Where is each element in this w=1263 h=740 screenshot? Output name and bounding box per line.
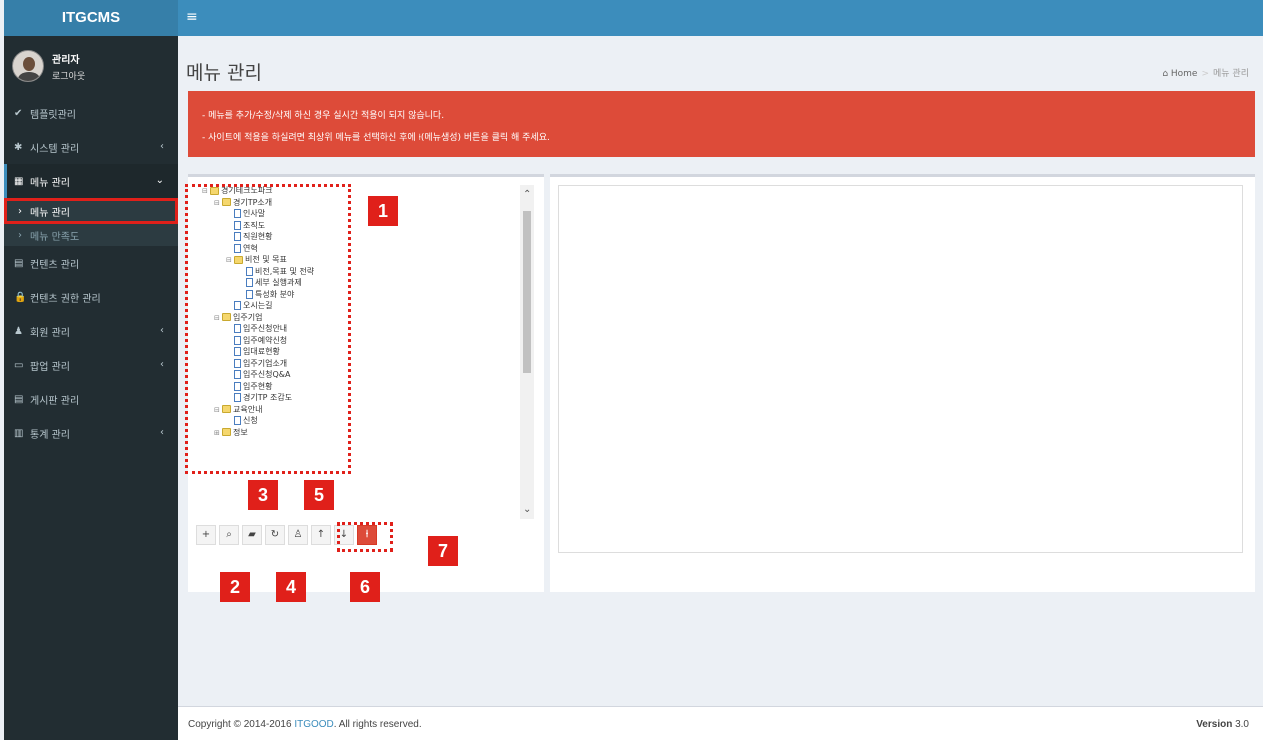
monitor-icon: ▭ xyxy=(14,359,24,371)
annotation-number: 3 xyxy=(248,480,278,510)
sidebar-item-stats[interactable]: ▥ 통계 관리 ‹ xyxy=(4,416,178,450)
breadcrumb: ⌂ Home > 메뉴 관리 xyxy=(1162,69,1249,79)
tree-scrollbar[interactable]: ⌃ ⌄ xyxy=(520,185,534,519)
annotation-number: 1 xyxy=(368,196,398,226)
chevron-left-icon: ‹ xyxy=(160,141,164,152)
sidebar-item-system[interactable]: ✱ 시스템 관리 ‹ xyxy=(4,130,178,164)
alert-line: - 사이트에 적용을 하실려면 최상위 메뉴를 선택하신 후에 ⍿(메뉴생성) … xyxy=(202,133,550,143)
sidebar-item-menu[interactable]: ▦ 메뉴 관리 ⌄ xyxy=(4,164,178,198)
scroll-up-icon[interactable]: ⌃ xyxy=(523,189,531,200)
chevron-down-icon: ⌄ xyxy=(155,175,164,186)
annotation-tree-highlight xyxy=(185,184,351,474)
sidebar-item-template[interactable]: ✔ 템플릿관리 xyxy=(4,96,178,130)
chevron-left-icon: ‹ xyxy=(160,359,164,370)
menu-toggle-icon[interactable]: ≡ xyxy=(186,9,198,25)
annotation-number: 6 xyxy=(350,572,380,602)
check-circle-icon: ✔ xyxy=(14,107,23,119)
user-button[interactable]: ♙ xyxy=(288,525,308,545)
sidebar-item-board[interactable]: ▤ 게시판 관리 xyxy=(4,382,178,416)
user-icon: ♟ xyxy=(14,325,23,337)
menu-detail-panel xyxy=(550,174,1255,592)
chevron-right-icon: › xyxy=(18,229,22,241)
top-navbar: ≡ xyxy=(178,0,1263,36)
sidebar-item-contents-permission[interactable]: 🔒 컨텐츠 권한 관리 xyxy=(4,280,178,314)
home-icon: ⌂ xyxy=(1162,69,1171,79)
alert-line: - 메뉴를 추가/수정/삭제 하신 경우 실시간 적용이 되지 않습니다. xyxy=(202,111,445,121)
scroll-down-icon[interactable]: ⌄ xyxy=(523,504,531,515)
sidebar-subitem-menu-satisfaction[interactable]: › 메뉴 만족도 xyxy=(4,224,178,246)
gear-icon: ✱ xyxy=(14,141,23,153)
sidebar-item-contents[interactable]: ▤ 컨텐츠 관리 xyxy=(4,246,178,280)
sidebar-item-members[interactable]: ♟ 회원 관리 ‹ xyxy=(4,314,178,348)
avatar xyxy=(12,50,44,82)
alert-box: - 메뉴를 추가/수정/삭제 하신 경우 실시간 적용이 되지 않습니다. - … xyxy=(188,91,1255,157)
scrollbar-thumb[interactable] xyxy=(523,211,531,373)
contents-icon: ▤ xyxy=(14,257,24,269)
sidebar-item-popup[interactable]: ▭ 팝업 관리 ‹ xyxy=(4,348,178,382)
table-icon: ▦ xyxy=(14,175,24,187)
annotation-move-buttons-highlight xyxy=(337,522,393,552)
copyright: Copyright © 2014-2016 ITGOOD. All rights… xyxy=(188,719,422,730)
chevron-left-icon: ‹ xyxy=(160,427,164,438)
user-name: 관리자 xyxy=(52,54,80,66)
bar-chart-icon: ▥ xyxy=(14,427,24,439)
sidebar-subitem-menu-manage[interactable]: › 메뉴 관리 xyxy=(4,198,178,224)
search-button[interactable]: ⌕ xyxy=(219,525,239,545)
board-icon: ▤ xyxy=(14,393,24,405)
breadcrumb-home[interactable]: Home xyxy=(1171,69,1198,79)
app-logo[interactable]: ITGCMS xyxy=(4,0,178,36)
annotation-number: 2 xyxy=(220,572,250,602)
annotation-number: 4 xyxy=(276,572,306,602)
chevron-left-icon: ‹ xyxy=(160,325,164,336)
menu-detail-frame xyxy=(558,185,1243,553)
annotation-number: 5 xyxy=(304,480,334,510)
sidebar-menu: ✔ 템플릿관리 ✱ 시스템 관리 ‹ ▦ 메뉴 관리 ⌄ › 메뉴 관리 › 메뉴 만족도 ▤… xyxy=(4,96,178,450)
logout-link[interactable]: 로그아웃 xyxy=(52,69,85,82)
refresh-button[interactable]: ↻ xyxy=(265,525,285,545)
footer: Copyright © 2014-2016 ITGOOD. All rights… xyxy=(178,706,1263,740)
chevron-right-icon: › xyxy=(18,205,22,217)
open-folder-button[interactable]: ▰ xyxy=(242,525,262,545)
main-content: 메뉴 관리 ⌂ Home > 메뉴 관리 - 메뉴를 추가/수정/삭제 하신 경우 … xyxy=(178,36,1263,706)
move-up-button[interactable]: ↑ xyxy=(311,525,331,545)
lock-icon: 🔒 xyxy=(14,291,27,303)
add-button[interactable]: + xyxy=(196,525,216,545)
breadcrumb-current: 메뉴 관리 xyxy=(1213,69,1249,79)
user-panel: 관리자 로그아웃 xyxy=(4,36,178,96)
sidebar: ITGCMS 관리자 로그아웃 ✔ 템플릿관리 ✱ 시스템 관리 ‹ ▦ 메뉴 관리 ⌄ … xyxy=(4,0,178,740)
annotation-number: 7 xyxy=(428,536,458,566)
company-link[interactable]: ITGOOD xyxy=(294,719,333,730)
version: Version 3.0 xyxy=(1196,719,1249,730)
page-title: 메뉴 관리 xyxy=(186,62,262,84)
